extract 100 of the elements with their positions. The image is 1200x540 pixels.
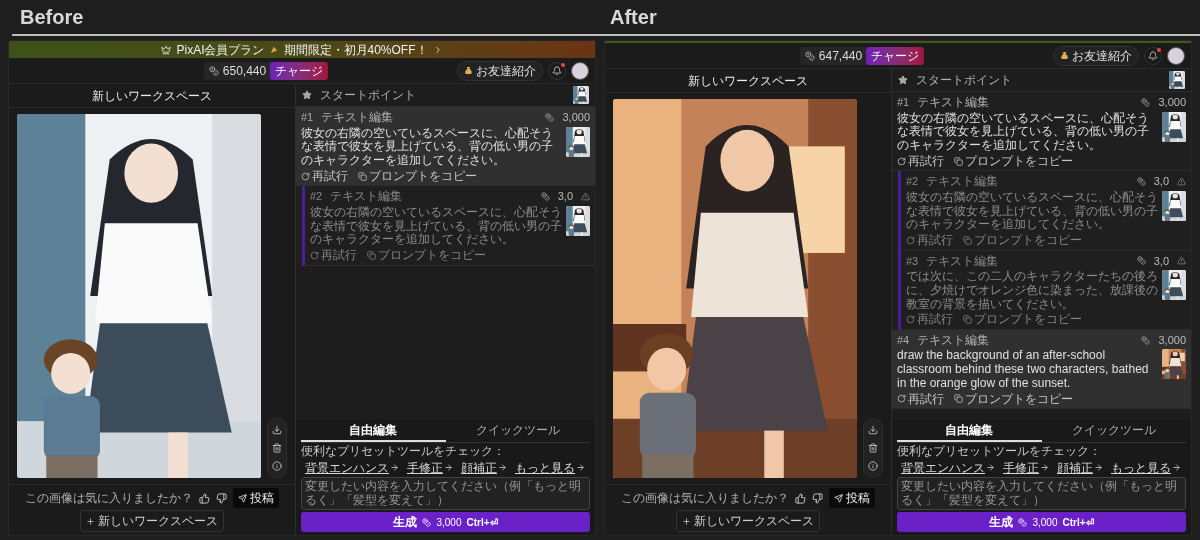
arrow-icon (986, 463, 995, 473)
thumbs-down-icon[interactable] (216, 492, 227, 504)
bell-icon (1148, 50, 1158, 61)
copy-icon (954, 394, 963, 404)
thumbs-down-icon[interactable] (812, 492, 823, 504)
copy-prompt-button[interactable]: プロンプトをコピー (954, 153, 1073, 169)
new-workspace-button[interactable]: 新しいワークスペース (676, 510, 820, 532)
copy-icon (367, 250, 376, 260)
promo-banner[interactable]: PixAI会員プラン 期間限定・初月40%OFF！ (9, 41, 595, 58)
step-cost: 3,000 (1158, 95, 1186, 110)
avatar[interactable] (1167, 46, 1185, 65)
arrow-icon (444, 463, 453, 473)
retry-button[interactable]: 再試行 (897, 391, 944, 407)
bell-icon (552, 65, 562, 76)
retry-button[interactable]: 再試行 (897, 153, 944, 169)
charge-button[interactable]: チャージ (270, 61, 329, 80)
banner-text: 期間限定・初月40%OFF！ (283, 41, 428, 59)
post-button[interactable]: 投稿 (829, 488, 875, 508)
star-icon (898, 75, 908, 85)
money-bag-icon (464, 66, 473, 75)
generate-button[interactable]: 生成 3,000 Ctrl+⏎ (301, 512, 590, 532)
send-icon (238, 493, 247, 503)
step-number: #2 (310, 189, 323, 205)
step-title: テキスト編集 (926, 253, 999, 268)
coin-icon (422, 517, 432, 527)
prompt-input[interactable]: 変更したい内容を入力してください（例「もっと明るく」「髪型を変えて」） (301, 477, 590, 510)
presets-heading: 便利なプリセットツールをチェック： (897, 444, 1102, 459)
copy-prompt-button[interactable]: プロンプトをコピー (954, 391, 1073, 407)
coin-icon (1141, 335, 1151, 345)
step-title: テキスト編集 (330, 189, 403, 204)
avatar[interactable] (571, 61, 589, 80)
coin-icon (1136, 256, 1146, 266)
prompt-input[interactable]: 変更したい内容を入力してください（例「もっと明るく」「髪型を変えて」） (897, 477, 1186, 510)
money-bag-icon (1060, 51, 1069, 60)
post-button[interactable]: 投稿 (233, 488, 279, 508)
trash-icon[interactable] (272, 443, 282, 453)
arrow-icon (1172, 463, 1181, 473)
presets-heading: 便利なプリセットツールをチェック： (301, 444, 506, 459)
preset-link[interactable]: 顔補正 (1057, 460, 1103, 475)
coin-icon (804, 50, 815, 61)
download-icon[interactable] (868, 425, 878, 435)
copy-icon (963, 235, 972, 245)
step-cost: 3,0 (557, 189, 573, 205)
generate-button[interactable]: 生成 3,000 Ctrl+⏎ (897, 512, 1186, 532)
retry-icon (301, 171, 310, 181)
preset-link[interactable]: 手修正 (407, 460, 453, 475)
preset-link[interactable]: 顔補正 (461, 460, 507, 475)
history-item[interactable]: #1 テキスト編集 3,000 彼女の右隣の空いているスペースに、心配そうな表情で彼女を見上げている、背の低い男の子のキャラクターを追加してください。 再試行 プロンプトをコピー (296, 107, 595, 187)
info-icon[interactable] (272, 461, 282, 471)
step-number: #3 (906, 253, 919, 269)
arrow-icon (1040, 463, 1049, 473)
credits-amount: 650,440 (222, 62, 267, 80)
trash-icon[interactable] (868, 443, 878, 453)
warning-icon (581, 192, 590, 202)
step-cost: 3,0 (1153, 253, 1169, 269)
retry-button[interactable]: 再試行 (301, 168, 348, 184)
warning-icon (1177, 256, 1186, 266)
prompt-text: draw the background of an after-school classroom behind these two characters, bathed in the orange glow of the sunset. (897, 349, 1150, 391)
credits-amount: 647,440 (818, 47, 863, 65)
workspace-title: 新しいワークスペース (92, 87, 212, 105)
preset-link[interactable]: 背景エンハンス (305, 460, 399, 475)
coin-icon (540, 192, 550, 202)
step-cost: 3,000 (1158, 332, 1186, 348)
tab[interactable]: クイックツール (1041, 419, 1186, 442)
send-icon (834, 493, 843, 503)
copy-icon (954, 156, 963, 166)
warning-icon (1177, 177, 1186, 187)
banner-text: PixAI会員プラン (176, 41, 265, 59)
arrow-icon (390, 463, 399, 473)
coin-icon (208, 65, 219, 76)
feedback-question: この画像は気に入りましたか？ (621, 490, 789, 507)
new-workspace-button[interactable]: 新しいワークスペース (80, 510, 224, 532)
thumbs-up-icon[interactable] (795, 492, 806, 504)
arrow-icon (576, 463, 585, 473)
prompt-text: 彼女の右隣の空いているスペースに、心配そうな表情で彼女を見上げている、背の低い男の子のキャラクターを追加してください。 (310, 205, 562, 248)
download-icon[interactable] (272, 425, 282, 435)
preset-link[interactable]: 手修正 (1003, 460, 1049, 475)
step-number: #1 (301, 110, 314, 125)
charge-button[interactable]: チャージ (866, 46, 925, 65)
coin-icon (1018, 517, 1028, 527)
info-icon[interactable] (868, 461, 878, 471)
comparison-label: Before (20, 5, 84, 30)
preset-link[interactable]: 背景エンハンス (901, 460, 995, 475)
preset-link[interactable]: もっと見る (515, 460, 585, 475)
tab[interactable]: 自由編集 (301, 419, 446, 442)
coin-icon (1141, 97, 1151, 107)
retry-icon (897, 394, 906, 404)
prompt-text: 彼女の右隣の空いているスペースに、心配そうな表情で彼女を見上げている、背の低い男の子のキャラクターを追加してください。 (897, 111, 1150, 153)
arrow-icon (498, 463, 507, 473)
referral-button[interactable]: お友達紹介 (457, 60, 543, 81)
start-point-label: スタートポイント (320, 87, 417, 104)
history-item[interactable]: #4 テキスト編集 3,000 draw the background of an after-school classroom behind these two characters, bathed in the orange glow of the sunset. 再試行 プロンプトをコピー (892, 329, 1191, 410)
copy-prompt-button[interactable]: プロンプトをコピー (358, 168, 477, 184)
preset-link[interactable]: もっと見る (1111, 460, 1181, 475)
referral-button[interactable]: お友達紹介 (1053, 45, 1139, 66)
coin-icon (545, 112, 555, 122)
thumbs-up-icon[interactable] (199, 492, 210, 504)
tab[interactable]: クイックツール (445, 419, 590, 442)
step-title: テキスト編集 (926, 174, 999, 189)
tab[interactable]: 自由編集 (897, 419, 1042, 442)
